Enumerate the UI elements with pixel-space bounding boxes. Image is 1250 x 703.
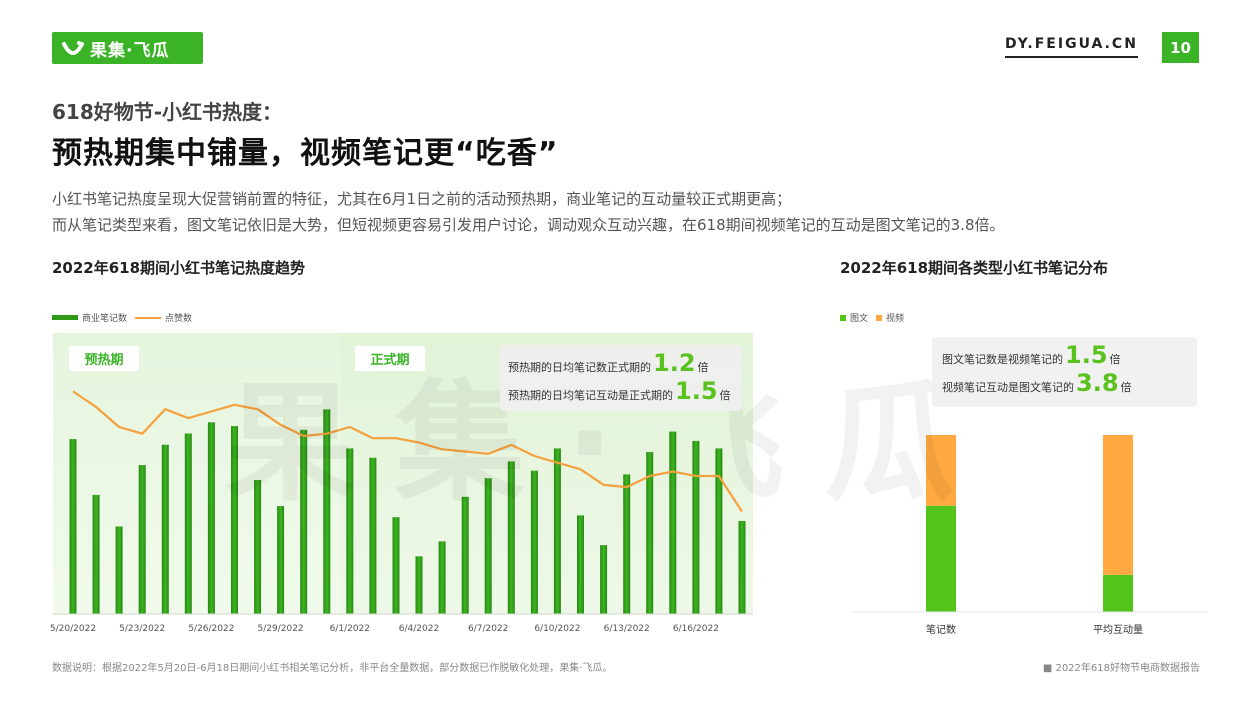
x-tick-label: 5/26/2022 xyxy=(188,624,234,634)
left-callout-1-prefix: 预热期的日均笔记数正式期的 xyxy=(508,361,651,374)
right-x-tick-label: 笔记数 xyxy=(926,623,956,636)
bar-6/15/2022 xyxy=(669,431,677,614)
x-tick-label: 6/16/2022 xyxy=(673,624,719,634)
left-callout-line-1: 预热期的日均笔记数正式期的 1.2 倍 xyxy=(508,349,734,377)
left-callout-2-value: 1.5 xyxy=(675,377,718,405)
bar-5/20/2022 xyxy=(69,439,77,614)
bar-6/8/2022 xyxy=(507,461,515,614)
left-callout-1-value: 1.2 xyxy=(653,349,696,377)
report-label: ■ 2022年618好物节电商数据报告 xyxy=(1042,663,1200,674)
bar-6/1/2022 xyxy=(346,448,354,614)
right-callout-2-suffix: 倍 xyxy=(1120,381,1132,394)
bar-5/31/2022 xyxy=(323,409,331,614)
bar-5/30/2022 xyxy=(300,429,308,614)
right-callout-1-suffix: 倍 xyxy=(1109,353,1121,366)
bar-5/29/2022 xyxy=(277,506,285,614)
left-callout-1-suffix: 倍 xyxy=(697,361,709,374)
bar-5/27/2022 xyxy=(231,426,238,614)
left-callout-line-2: 预热期的日均笔记互动是正式期的 1.5 倍 xyxy=(508,377,734,405)
stack-视频-平均互动量 xyxy=(1103,435,1133,575)
left-callout-2-prefix: 预热期的日均笔记互动是正式期的 xyxy=(508,389,673,402)
bar-6/6/2022 xyxy=(461,496,469,614)
phase-label-formal: 正式期 xyxy=(355,346,425,371)
bar-6/13/2022 xyxy=(623,474,631,614)
right-callout-2-prefix: 视频笔记互动是图文笔记的 xyxy=(942,381,1074,394)
bar-5/24/2022 xyxy=(161,444,169,614)
bar-6/9/2022 xyxy=(530,470,538,614)
bar-6/11/2022 xyxy=(577,515,584,614)
right-callout-1-prefix: 图文笔记数是视频笔记的 xyxy=(942,353,1063,366)
footnote: 数据说明：根据2022年5月20日-6月18日期间小红书相关笔记分析，非平台全量… xyxy=(52,663,613,674)
bar-5/28/2022 xyxy=(254,480,262,614)
bar-6/17/2022 xyxy=(715,448,723,614)
right-callout-1-value: 1.5 xyxy=(1065,341,1108,369)
bar-6/2/2022 xyxy=(369,457,377,614)
phase-label-preheat: 预热期 xyxy=(69,346,139,371)
x-tick-label: 6/1/2022 xyxy=(330,624,370,634)
bar-5/22/2022 xyxy=(115,526,123,614)
right-callout: 图文笔记数是视频笔记的 1.5 倍 视频笔记互动是图文笔记的 3.8 倍 xyxy=(932,337,1197,407)
stack-图文-平均互动量 xyxy=(1103,574,1133,612)
bar-6/10/2022 xyxy=(553,448,561,614)
bar-6/16/2022 xyxy=(692,440,700,614)
right-x-tick-label: 平均互动量 xyxy=(1093,624,1143,636)
bar-5/26/2022 xyxy=(207,422,215,614)
bar-5/25/2022 xyxy=(184,433,192,614)
right-callout-line-2: 视频笔记互动是图文笔记的 3.8 倍 xyxy=(942,369,1187,397)
bar-6/5/2022 xyxy=(438,541,446,614)
bar-6/3/2022 xyxy=(392,517,400,614)
x-tick-label: 6/13/2022 xyxy=(604,624,650,634)
x-tick-label: 6/4/2022 xyxy=(399,624,439,634)
bar-6/7/2022 xyxy=(484,478,492,614)
bar-6/18/2022 xyxy=(738,521,746,614)
right-callout-2-value: 3.8 xyxy=(1076,369,1119,397)
left-callout-2-suffix: 倍 xyxy=(719,389,731,402)
x-tick-label: 5/20/2022 xyxy=(50,624,96,634)
right-x-axis-ticks: 笔记数 平均互动量 xyxy=(926,623,1143,636)
x-axis-ticks: 5/20/2022 5/23/2022 5/26/2022 5/29/2022 6/1/… xyxy=(50,624,719,634)
bar-6/4/2022 xyxy=(415,556,423,614)
right-callout-line-1: 图文笔记数是视频笔记的 1.5 倍 xyxy=(942,341,1187,369)
stack-视频-笔记数 xyxy=(926,435,956,506)
x-tick-label: 6/7/2022 xyxy=(468,624,508,634)
bar-5/23/2022 xyxy=(138,465,146,614)
bar-6/12/2022 xyxy=(600,545,608,614)
bar-5/21/2022 xyxy=(92,494,100,614)
left-callout: 预热期的日均笔记数正式期的 1.2 倍 预热期的日均笔记互动是正式期的 1.5 … xyxy=(500,345,742,411)
x-tick-label: 5/29/2022 xyxy=(258,624,304,634)
x-tick-label: 6/10/2022 xyxy=(534,624,580,634)
x-tick-label: 5/23/2022 xyxy=(119,624,165,634)
stack-图文-笔记数 xyxy=(926,505,956,612)
